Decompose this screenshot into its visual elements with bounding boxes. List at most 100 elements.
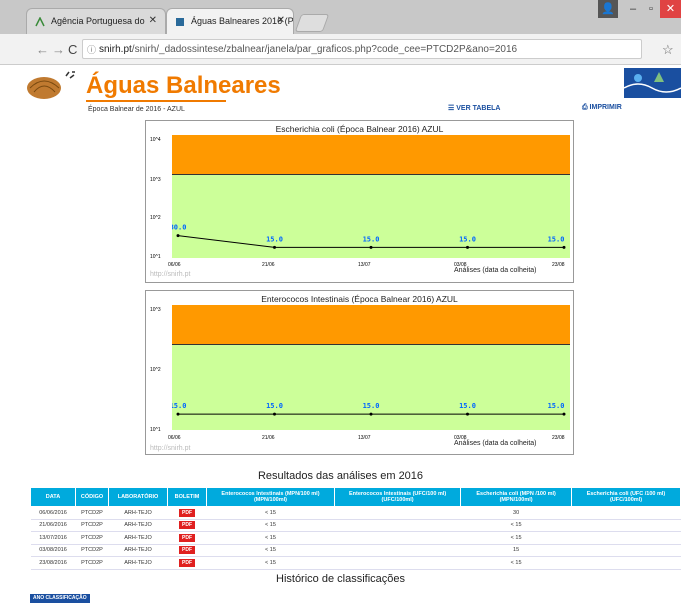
print-link[interactable]: ⎙ IMPRIMIR: [582, 104, 622, 112]
column-header[interactable]: Enterococos Intestinais (MPN/100 ml) (MP…: [206, 487, 335, 507]
pdf-button[interactable]: PDF: [179, 546, 195, 555]
table-cell-ecoli-ufc: [571, 544, 681, 557]
forward-icon[interactable]: →: [52, 42, 65, 57]
address-bar[interactable]: ⓘ snirh.pt/snirh/_dadossintese/zbalnear/…: [82, 39, 642, 59]
data-label: 15.0: [459, 235, 476, 243]
data-label: 15.0: [363, 235, 380, 243]
table-cell-code: PTCD2P: [75, 544, 109, 557]
table-cell-ent-mpn: < 15: [206, 556, 335, 570]
data-label: 15.0: [548, 402, 565, 410]
data-point[interactable]: [176, 412, 180, 416]
table-cell-pdf: PDF: [167, 531, 207, 545]
maximize-icon[interactable]: ▫: [642, 0, 660, 18]
minimize-icon[interactable]: –: [624, 0, 642, 18]
column-header[interactable]: LABORATÓRIO: [108, 487, 168, 507]
season-label: Época Balnear de 2016 - AZUL: [88, 106, 185, 113]
table-cell-ecoli-mpn: 30: [460, 506, 572, 520]
close-icon[interactable]: ✕: [277, 15, 285, 26]
table-cell-pdf: PDF: [167, 544, 207, 557]
table-cell-ecoli-mpn: < 15: [460, 531, 572, 545]
y-tick: 10^2: [150, 367, 161, 373]
x-tick: 13/07: [358, 262, 371, 268]
data-label: 15.0: [363, 402, 380, 410]
x-axis-label: Análises (data da colheita): [454, 267, 537, 274]
y-tick: 10^3: [150, 307, 161, 313]
title-underline: [86, 100, 226, 102]
chart-title: Enterococos Intestinais (Época Balnear 2…: [261, 294, 458, 304]
history-title: Histórico de classificações: [276, 573, 405, 585]
plot-area: 30.0 15.0 15.0 15.0 15.0: [172, 135, 570, 258]
table-cell-lab: ARH-TEJO: [108, 506, 168, 520]
tab-aguas-balneares[interactable]: Águas Balneares 2016 (P ✕: [166, 8, 294, 34]
table-cell-lab: ARH-TEJO: [108, 544, 168, 557]
column-header[interactable]: CÓDIGO: [75, 487, 109, 507]
bookmark-star-icon[interactable]: ☆: [662, 42, 674, 58]
list-icon: ☰: [448, 105, 457, 112]
data-point[interactable]: [466, 412, 469, 416]
column-header[interactable]: Escherichia coli (UFC /100 ml) (UFC/100m…: [570, 487, 681, 507]
data-point[interactable]: [466, 245, 469, 249]
table-cell-date: 06/06/2016: [30, 506, 76, 520]
back-icon[interactable]: ←: [36, 42, 49, 57]
data-point[interactable]: [273, 245, 276, 249]
chart-series-layer: 30.0 15.0 15.0 15.0 15.0: [172, 224, 566, 249]
table-row: 03/08/2016 PTCD2P ARH-TEJO PDF < 15 15: [30, 544, 681, 557]
tab-agencia[interactable]: Agência Portuguesa do ✕: [26, 8, 166, 34]
y-tick: 10^3: [150, 177, 161, 183]
table-cell-ecoli-mpn: < 15: [460, 519, 572, 532]
pdf-button[interactable]: PDF: [179, 521, 195, 530]
table-row: 21/06/2016 PTCD2P ARH-TEJO PDF < 15 < 15: [30, 519, 681, 532]
watermark: http://snirh.pt: [150, 445, 191, 452]
table-cell-ent-mpn: < 15: [206, 519, 335, 532]
reload-icon[interactable]: C: [68, 42, 77, 57]
snirh-logo[interactable]: [623, 68, 681, 98]
enterococos-chart: Enterococos Intestinais (Época Balnear 2…: [145, 290, 574, 455]
data-point[interactable]: [369, 245, 373, 249]
y-tick: 10^1: [150, 254, 161, 260]
data-point[interactable]: [369, 412, 373, 416]
x-tick: 23/08: [552, 435, 565, 441]
data-label: 15.0: [459, 402, 476, 410]
table-cell-lab: ARH-TEJO: [108, 556, 168, 570]
profile-icon[interactable]: 👤: [598, 0, 618, 18]
x-axis-label: Análises (data da colheita): [454, 440, 537, 447]
table-cell-code: PTCD2P: [75, 531, 109, 545]
column-header[interactable]: BOLETIM: [167, 487, 207, 507]
print-icon: ⎙: [582, 104, 590, 111]
table-cell-ent-ufc: [334, 519, 461, 532]
close-icon[interactable]: ✕: [149, 15, 157, 26]
close-window-icon[interactable]: ✕: [660, 0, 681, 18]
x-tick: 21/06: [262, 262, 275, 268]
data-point[interactable]: [562, 245, 566, 249]
table-cell-ecoli-mpn: 15: [460, 544, 572, 557]
pdf-button[interactable]: PDF: [179, 533, 195, 542]
table-cell-pdf: PDF: [167, 519, 207, 532]
table-cell-date: 21/06/2016: [30, 519, 76, 532]
info-icon: ⓘ: [87, 45, 97, 55]
table-cell-ent-ufc: [334, 531, 461, 545]
url-path: /snirh/_dadossintese/zbalnear/janela/par…: [131, 44, 518, 55]
pdf-button[interactable]: PDF: [179, 508, 195, 517]
pdf-button[interactable]: PDF: [179, 558, 195, 567]
table-cell-code: PTCD2P: [75, 556, 109, 570]
results-title: Resultados das análises em 2016: [257, 470, 424, 482]
data-point[interactable]: [562, 412, 566, 416]
column-header[interactable]: Escherichia coli (MPN /100 ml) (MPN/100m…: [460, 487, 572, 507]
data-point[interactable]: [273, 412, 276, 416]
table-cell-date: 03/08/2016: [30, 544, 76, 557]
table-cell-lab: ARH-TEJO: [108, 519, 168, 532]
year-classification-header[interactable]: ANO CLASSIFICAÇÃO: [30, 594, 90, 603]
table-cell-ent-mpn: < 15: [206, 506, 335, 520]
data-label: 30.0: [172, 224, 186, 232]
column-header[interactable]: Enterococos Intestinais (UFC/100 ml) (UF…: [333, 487, 462, 507]
results-table: DATA CÓDIGO LABORATÓRIO BOLETIM Enteroco…: [30, 487, 681, 570]
url-host: snirh.pt: [99, 44, 132, 55]
view-table-link[interactable]: ☰ VER TABELA: [448, 104, 500, 112]
favicon-icon: [35, 17, 45, 27]
table-header-row: DATA CÓDIGO LABORATÓRIO BOLETIM Enteroco…: [30, 487, 681, 507]
table-cell-ent-mpn: < 15: [206, 531, 335, 545]
data-point[interactable]: [176, 234, 180, 238]
table-cell-lab: ARH-TEJO: [108, 531, 168, 545]
column-header[interactable]: DATA: [30, 487, 76, 507]
tab-label: Agência Portuguesa do: [51, 16, 145, 26]
